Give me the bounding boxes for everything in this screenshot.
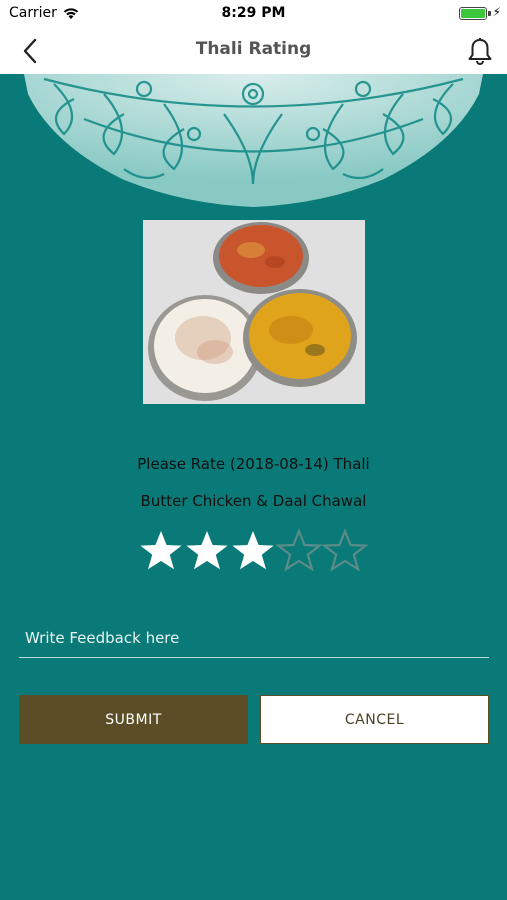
bell-icon: [468, 38, 492, 65]
star-filled-icon[interactable]: [138, 528, 184, 574]
decorative-ornament: [24, 74, 483, 207]
thali-photo: [143, 220, 365, 404]
feedback-input[interactable]: [19, 618, 489, 658]
thali-image: [143, 220, 365, 404]
page-title: Thali Rating: [195, 39, 312, 59]
dish-name: Butter Chicken & Daal Chawal: [140, 492, 367, 510]
notifications-button[interactable]: [465, 36, 495, 66]
star-filled-icon[interactable]: [184, 528, 230, 574]
charging-bolt-icon: ⚡: [492, 5, 501, 19]
star-empty-icon[interactable]: [322, 528, 368, 574]
rating-prompt: Please Rate (2018-08-14) Thali: [137, 455, 370, 473]
status-bar: Carrier 8:29 PM ⚡: [0, 0, 507, 28]
battery-tip: [488, 11, 491, 16]
submit-button[interactable]: SUBMIT: [19, 695, 248, 744]
clock: 8:29 PM: [221, 5, 286, 21]
navigation-bar: Thali Rating: [0, 28, 507, 74]
cancel-button[interactable]: CANCEL: [260, 695, 489, 744]
star-empty-icon[interactable]: [276, 528, 322, 574]
star-filled-icon[interactable]: [230, 528, 276, 574]
star-rating: [138, 528, 370, 574]
battery-icon: [459, 7, 487, 20]
